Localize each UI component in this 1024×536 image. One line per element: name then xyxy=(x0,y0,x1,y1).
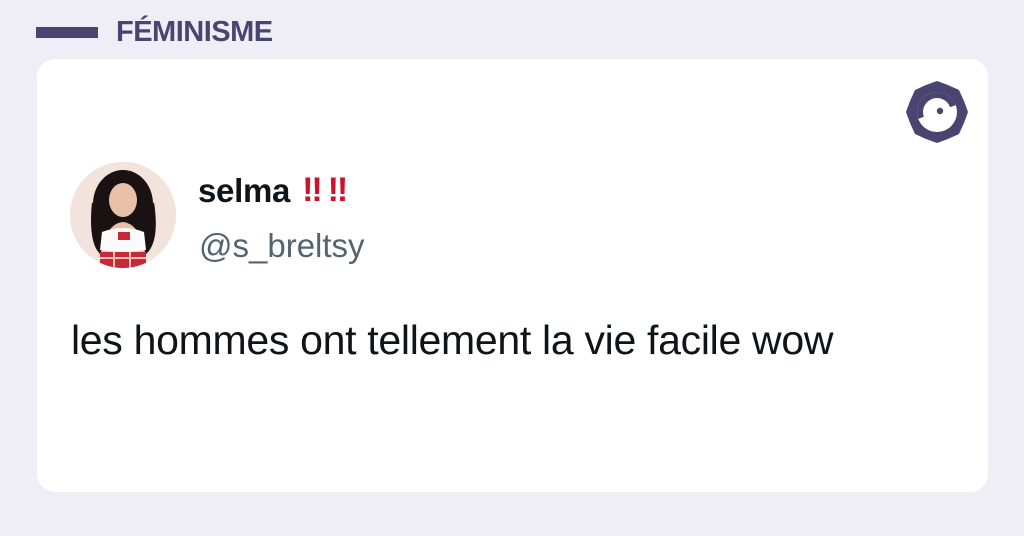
double-exclamation-icon: ‼ xyxy=(327,171,348,209)
category-bar xyxy=(36,26,98,38)
category-header: FÉMINISME xyxy=(36,14,273,50)
tweet-text: les hommes ont tellement la vie facile w… xyxy=(71,317,834,363)
user-handle[interactable]: @s_breltsy xyxy=(199,227,365,265)
category-title[interactable]: FÉMINISME xyxy=(116,16,273,49)
name-emojis: ‼ ‼ xyxy=(294,171,348,210)
profile-avatar[interactable] xyxy=(70,162,176,268)
brand-logo-icon[interactable] xyxy=(904,79,970,145)
double-exclamation-icon: ‼ xyxy=(302,171,322,209)
tweet-card[interactable]: selma ‼ ‼ @s_breltsy les hommes ont tell… xyxy=(37,59,988,492)
display-name[interactable]: selma xyxy=(198,172,290,210)
author-name-row: selma ‼ ‼ xyxy=(198,171,348,210)
